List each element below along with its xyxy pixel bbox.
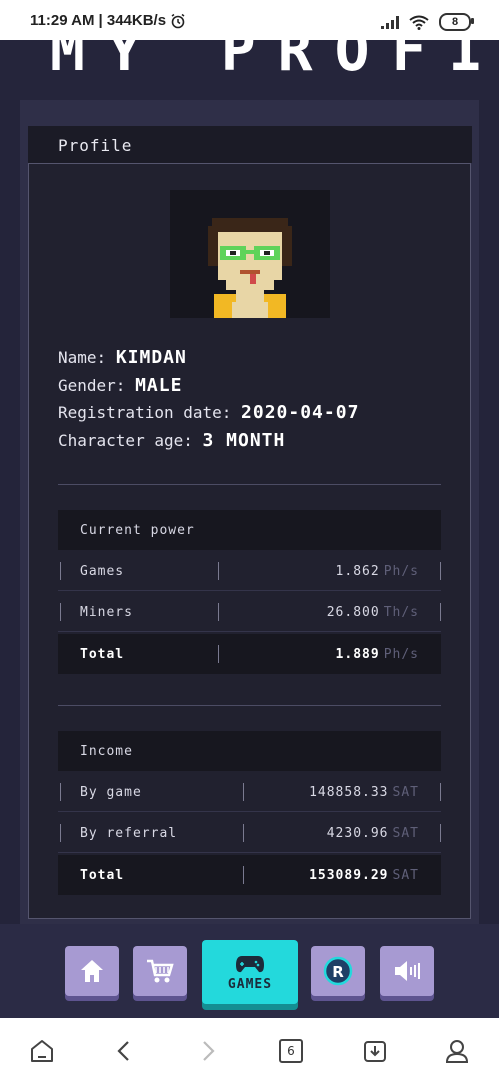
income-referral-label: By referral bbox=[80, 826, 178, 841]
income-game-unit: SAT bbox=[392, 785, 419, 800]
avatar bbox=[170, 190, 330, 318]
table-row: Total 1.889 Ph/s bbox=[58, 634, 441, 674]
page-title: MY PROFILE bbox=[50, 40, 499, 84]
games-button[interactable]: GAMES bbox=[202, 940, 298, 1004]
battery-icon: 8 bbox=[439, 13, 474, 31]
income-total-unit: SAT bbox=[392, 868, 419, 883]
power-header-label: Current power bbox=[80, 523, 195, 538]
browser-home-button[interactable] bbox=[29, 1038, 55, 1064]
table-row: By referral 4230.96 SAT bbox=[58, 813, 441, 853]
registration-value: 2020-04-07 bbox=[241, 402, 360, 423]
income-total-label: Total bbox=[80, 868, 125, 883]
power-total-value: 1.889 bbox=[335, 647, 380, 662]
table-row: Total 153089.29 SAT bbox=[58, 855, 441, 895]
character-age-row: Character age: 3 MONTH bbox=[58, 427, 359, 455]
income-game-value: 148858.33 bbox=[309, 785, 389, 800]
gender-row: Gender: MALE bbox=[58, 372, 359, 400]
download-icon bbox=[364, 1041, 386, 1062]
character-age-label: Character age: bbox=[58, 430, 193, 450]
power-miners-label: Miners bbox=[80, 605, 133, 620]
profile-section-header: Profile bbox=[28, 126, 472, 163]
name-label: Name: bbox=[58, 348, 107, 367]
sound-button[interactable] bbox=[380, 946, 434, 996]
market-button[interactable] bbox=[133, 946, 187, 996]
income-header-label: Income bbox=[80, 744, 133, 759]
status-time: 11:29 AM bbox=[30, 12, 95, 29]
income-game-label: By game bbox=[80, 785, 142, 800]
power-total-label: Total bbox=[80, 647, 125, 662]
income-total-value: 153089.29 bbox=[309, 868, 389, 883]
alarm-icon bbox=[171, 13, 185, 28]
power-miners-value: 26.800 bbox=[326, 605, 380, 620]
income-table-header: Income bbox=[58, 731, 441, 771]
power-games-label: Games bbox=[80, 564, 125, 579]
power-games-value: 1.862 bbox=[335, 564, 380, 579]
status-speed: | 344KB/s bbox=[98, 12, 167, 29]
download-button[interactable] bbox=[362, 1038, 388, 1064]
profile-info: Name: KIMDAN Gender: MALE Registration d… bbox=[58, 344, 359, 454]
games-label: GAMES bbox=[227, 976, 273, 992]
income-referral-value: 4230.96 bbox=[326, 826, 389, 841]
forward-button[interactable] bbox=[195, 1038, 221, 1064]
divider bbox=[58, 705, 441, 706]
gamepad-icon bbox=[236, 955, 264, 972]
gender-value: MALE bbox=[135, 374, 183, 396]
home-button[interactable] bbox=[65, 946, 119, 996]
income-referral-unit: SAT bbox=[392, 826, 419, 841]
name-value: KIMDAN bbox=[115, 347, 187, 368]
gender-label: Gender: bbox=[58, 375, 126, 395]
table-row: Miners 26.800 Th/s bbox=[58, 592, 441, 632]
pixel-avatar-icon bbox=[208, 218, 292, 318]
rollercoin-button[interactable]: R bbox=[311, 946, 365, 996]
user-icon bbox=[445, 1040, 469, 1063]
power-total-unit: Ph/s bbox=[383, 647, 419, 662]
cart-icon bbox=[147, 959, 174, 983]
table-row: By game 148858.33 SAT bbox=[58, 772, 441, 812]
chevron-left-icon bbox=[117, 1041, 129, 1061]
home-outline-icon bbox=[31, 1040, 53, 1062]
character-age-value: 3 MONTH bbox=[202, 429, 286, 451]
power-miners-unit: Th/s bbox=[383, 605, 419, 620]
signal-icon bbox=[381, 15, 399, 29]
tabs-button[interactable]: 6 bbox=[278, 1038, 304, 1064]
battery-level: 8 bbox=[451, 16, 459, 28]
registration-row: Registration date: 2020-04-07 bbox=[58, 399, 359, 427]
page-header: MY PROFILE bbox=[0, 40, 499, 100]
speaker-icon bbox=[395, 961, 420, 981]
browser-nav-bar: 6 bbox=[0, 1018, 499, 1080]
name-row: Name: KIMDAN bbox=[58, 344, 359, 372]
profile-header-label: Profile bbox=[58, 136, 133, 155]
account-button[interactable] bbox=[444, 1038, 470, 1064]
home-icon bbox=[81, 960, 103, 982]
back-button[interactable] bbox=[111, 1038, 137, 1064]
svg-text:R: R bbox=[332, 963, 344, 981]
table-row: Games 1.862 Ph/s bbox=[58, 551, 441, 591]
rollercoin-icon: R bbox=[323, 956, 353, 986]
registration-label: Registration date: bbox=[58, 403, 232, 422]
tabs-count: 6 bbox=[279, 1039, 303, 1063]
wifi-icon bbox=[409, 15, 429, 30]
status-bar: 11:29 AM | 344KB/s 8 bbox=[0, 0, 499, 40]
power-games-unit: Ph/s bbox=[383, 564, 419, 579]
divider bbox=[58, 484, 441, 485]
power-table-header: Current power bbox=[58, 510, 441, 550]
chevron-right-icon bbox=[203, 1041, 215, 1061]
